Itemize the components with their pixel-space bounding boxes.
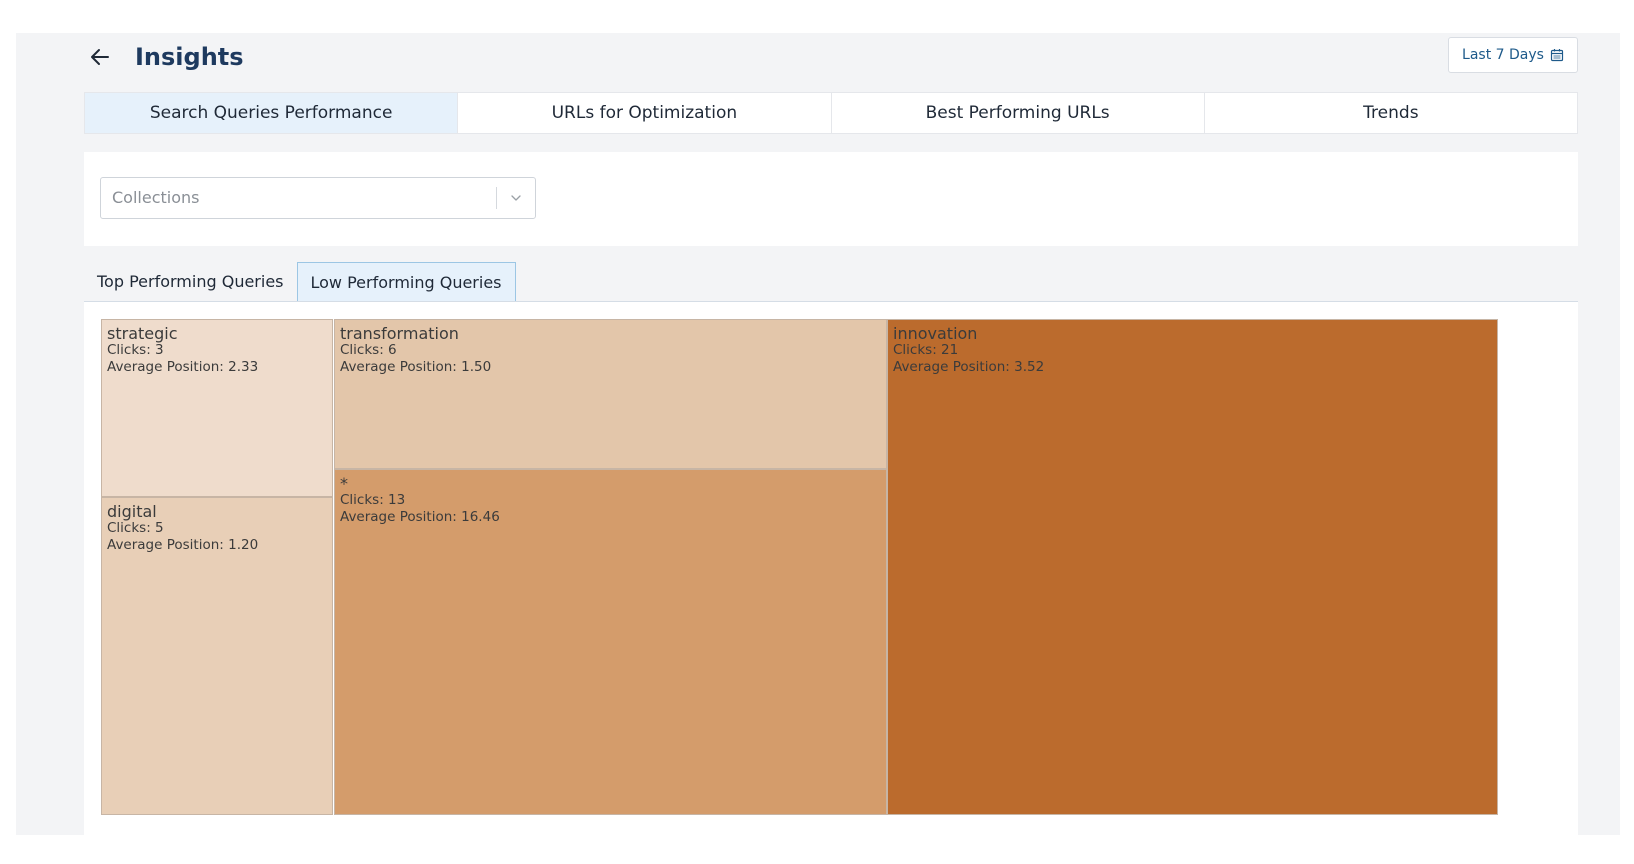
tab-search-queries-performance[interactable]: Search Queries Performance — [85, 93, 459, 133]
tab-trends[interactable]: Trends — [1205, 93, 1577, 133]
treemap-cell-name: digital — [107, 502, 157, 521]
treemap-cell-digital[interactable]: digital Clicks: 5 Average Position: 1.20 — [101, 497, 333, 815]
treemap-cell-transformation[interactable]: transformation Clicks: 6 Average Position:… — [334, 319, 887, 469]
treemap-cell-clicks: Clicks: 13 — [340, 492, 406, 508]
tab-urls-for-optimization[interactable]: URLs for Optimization — [458, 93, 832, 133]
treemap-cell-strategic[interactable]: strategic Clicks: 3 Average Position: 2.33 — [101, 319, 333, 497]
main-tabs: Search Queries Performance URLs for Opti… — [84, 92, 1578, 134]
treemap-cell-name: strategic — [107, 324, 178, 343]
treemap-cell-name: transformation — [340, 324, 459, 343]
query-subtabs: Top Performing Queries Low Performing Qu… — [84, 262, 516, 302]
collections-select[interactable]: Collections — [100, 177, 536, 219]
tab-best-performing-urls[interactable]: Best Performing URLs — [832, 93, 1205, 133]
treemap-cell-wildcard[interactable]: * Clicks: 13 Average Position: 16.46 — [334, 469, 887, 815]
date-range-label: Last 7 Days — [1462, 47, 1544, 63]
treemap-cell-innovation[interactable]: innovation Clicks: 21 Average Position: 3.… — [887, 319, 1498, 815]
queries-treemap: strategic Clicks: 3 Average Position: 2.33… — [101, 319, 1560, 815]
treemap-cell-avg-position: Average Position: 3.52 — [893, 359, 1045, 375]
page-title: Insights — [135, 43, 244, 71]
treemap-cell-clicks: Clicks: 5 — [107, 520, 164, 536]
subtab-top-performing-queries[interactable]: Top Performing Queries — [84, 262, 297, 300]
collections-placeholder: Collections — [112, 188, 200, 207]
calendar-icon — [1550, 49, 1564, 62]
treemap-cell-avg-position: Average Position: 1.50 — [340, 359, 492, 375]
insights-panel: Insights Last 7 Days Search Queries Perf… — [16, 33, 1620, 835]
select-divider — [496, 187, 497, 209]
filter-card: Collections — [84, 152, 1578, 246]
back-button[interactable] — [86, 43, 114, 71]
treemap-cell-avg-position: Average Position: 2.33 — [107, 359, 259, 375]
treemap-cell-avg-position: Average Position: 1.20 — [107, 537, 259, 553]
treemap-card: strategic Clicks: 3 Average Position: 2.33… — [84, 302, 1578, 835]
treemap-cell-avg-position: Average Position: 16.46 — [340, 509, 500, 525]
treemap-cell-name: * — [340, 474, 348, 493]
arrow-left-icon — [91, 49, 109, 65]
treemap-cell-clicks: Clicks: 21 — [893, 342, 959, 358]
treemap-cell-clicks: Clicks: 6 — [340, 342, 397, 358]
treemap-cell-name: innovation — [893, 324, 978, 343]
chevron-down-icon[interactable] — [507, 189, 525, 207]
treemap-cell-clicks: Clicks: 3 — [107, 342, 164, 358]
date-range-button[interactable]: Last 7 Days — [1448, 37, 1578, 73]
subtab-low-performing-queries[interactable]: Low Performing Queries — [296, 262, 516, 301]
